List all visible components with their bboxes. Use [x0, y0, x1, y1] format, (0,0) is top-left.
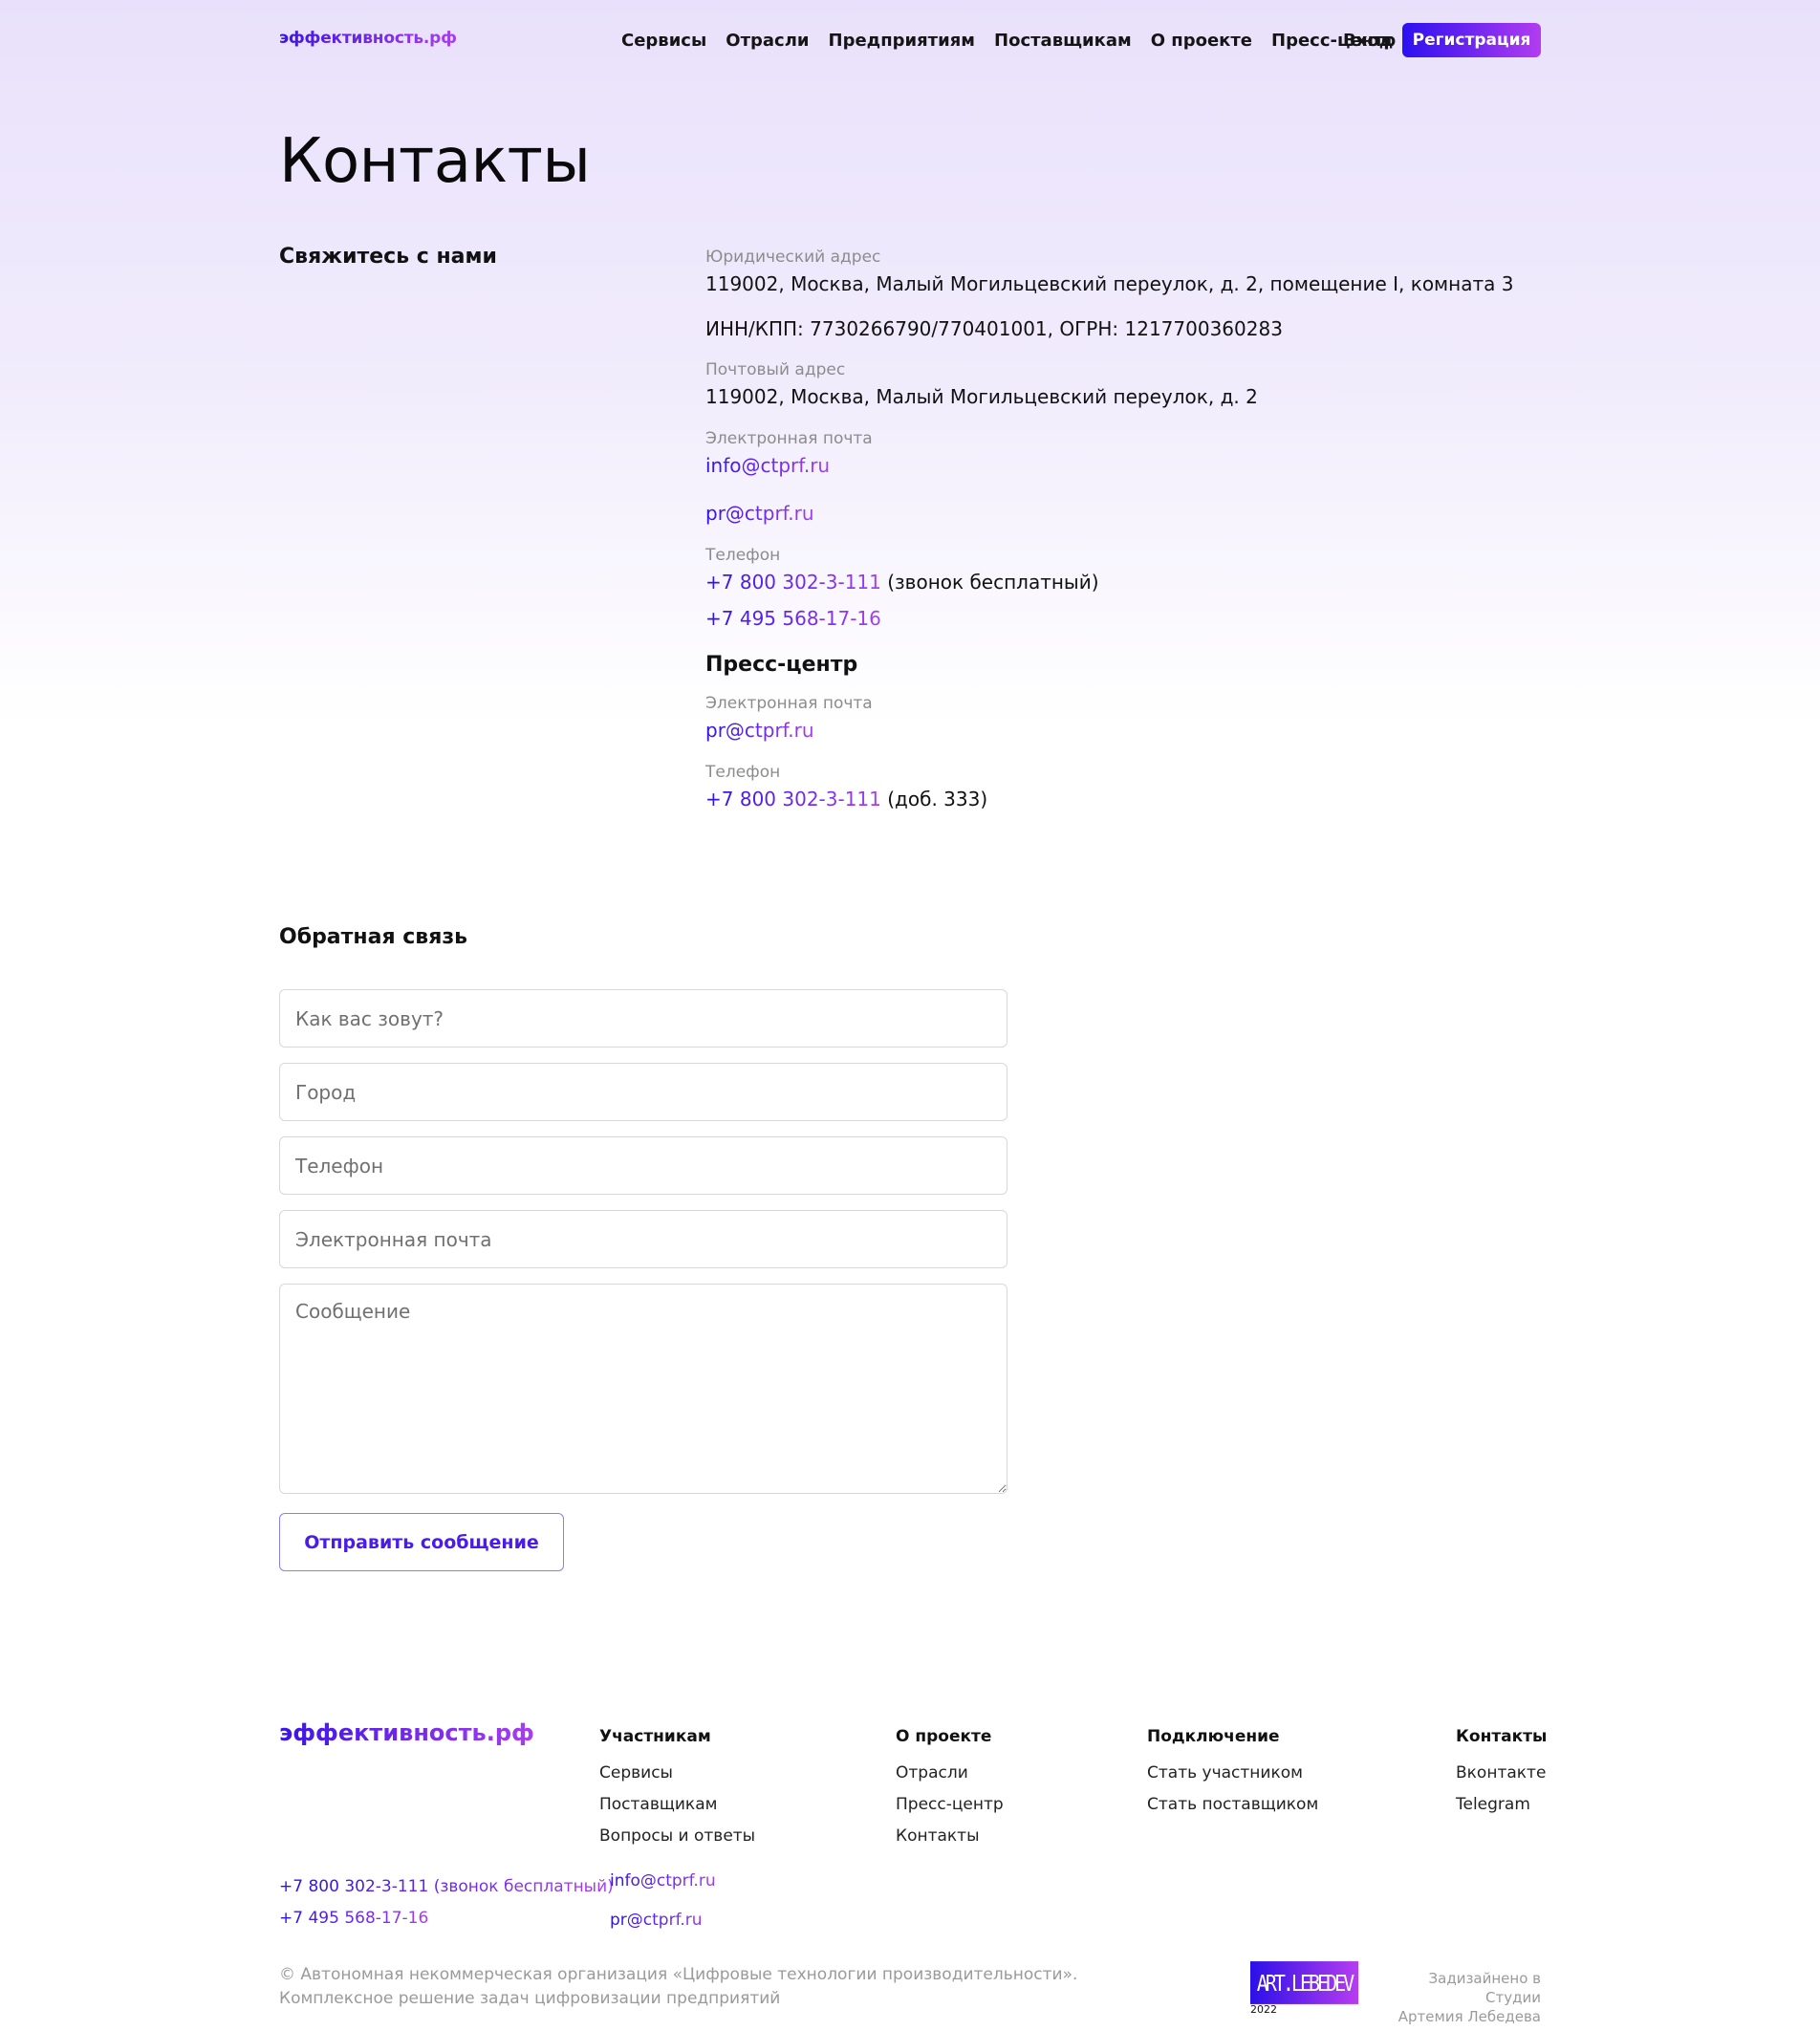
footer-col-title: Подключение — [1147, 1727, 1280, 1746]
footer-phone-moscow-link[interactable]: +7 495 568-17-16 — [279, 1909, 428, 1928]
email-pr-link[interactable]: pr@ctprf.ru — [705, 502, 814, 525]
copyright: © Автономная некоммерческая организация … — [279, 1963, 1077, 2011]
site-logo[interactable]: эффективность.рф — [279, 29, 457, 48]
legal-address: 119002, Москва, Малый Могильцевский пере… — [705, 272, 1514, 295]
nav-services[interactable]: Сервисы — [621, 31, 706, 51]
press-heading: Пресс-центр — [705, 653, 858, 677]
contact-heading: Свяжитесь с нами — [279, 245, 497, 269]
designed-by-line: Задизайнено в Студии — [1428, 1970, 1541, 2006]
designed-by: Задизайнено в Студии Артемия Лебедева — [1375, 1969, 1541, 2026]
nav-industries[interactable]: Отрасли — [726, 31, 809, 51]
footer-col-connection: Подключение Стать участником Стать поста… — [1147, 1727, 1318, 1826]
phone-free-note: (звонок бесплатный) — [880, 571, 1099, 594]
footer-col-title: О проекте — [896, 1727, 992, 1746]
press-phone-note: (доб. 333) — [880, 788, 988, 810]
footer-link-services[interactable]: Сервисы — [599, 1763, 755, 1783]
footer-link-contacts[interactable]: Контакты — [896, 1826, 1004, 1846]
site-header: эффективность.рф Сервисы Отрасли Предпри… — [279, 23, 1541, 57]
footer-link-vkontakte[interactable]: Вконтакте — [1456, 1763, 1547, 1783]
phone-free-link[interactable]: +7 800 302-3-111 — [705, 571, 881, 594]
legal-address-label: Юридический адрес — [705, 248, 881, 267]
nav-about[interactable]: О проекте — [1151, 31, 1252, 51]
city-input[interactable] — [279, 1063, 1008, 1121]
postal-address-label: Почтовый адрес — [705, 360, 846, 379]
footer-email-info-link[interactable]: info@ctprf.ru — [610, 1871, 716, 1891]
press-phone-label: Телефон — [705, 763, 781, 782]
studio-logo[interactable]: ART.LEBEDEV — [1250, 1961, 1358, 2004]
footer-link-industries[interactable]: Отрасли — [896, 1763, 1004, 1783]
main-nav: Сервисы Отрасли Предприятиям Поставщикам… — [621, 31, 1396, 51]
footer-phone-free-link[interactable]: +7 800 302-3-111 (звонок бесплатный) — [279, 1877, 614, 1896]
name-input[interactable] — [279, 989, 1008, 1048]
phone-label: Телефон — [705, 546, 781, 565]
submit-message-button[interactable]: Отправить сообщение — [279, 1513, 564, 1571]
footer-col-title: Участникам — [599, 1727, 711, 1746]
footer-col-about: О проекте Отрасли Пресс-центр Контакты — [896, 1727, 1004, 1858]
site-footer: эффективность.рф Участникам Сервисы Пост… — [279, 1716, 1547, 2025]
footer-link-suppliers[interactable]: Поставщикам — [599, 1795, 755, 1814]
copyright-line: © Автономная некоммерческая организация … — [279, 1965, 1078, 1984]
footer-logo[interactable]: эффективность.рф — [279, 1719, 534, 1746]
footer-link-faq[interactable]: Вопросы и ответы — [599, 1826, 755, 1846]
login-link[interactable]: Вход — [1343, 31, 1393, 51]
studio-year: 2022 — [1250, 2003, 1277, 2016]
contact-details: Юридический адрес 119002, Москва, Малый … — [705, 245, 1528, 810]
email-input[interactable] — [279, 1210, 1008, 1268]
footer-col-title: Контакты — [1456, 1727, 1548, 1746]
requisites: ИНН/КПП: 7730266790/770401001, ОГРН: 121… — [705, 317, 1283, 340]
footer-link-become-participant[interactable]: Стать участником — [1147, 1763, 1318, 1783]
footer-email-pr-link[interactable]: pr@ctprf.ru — [610, 1911, 716, 1930]
feedback-heading: Обратная связь — [279, 925, 468, 949]
press-email-link[interactable]: pr@ctprf.ru — [705, 719, 814, 742]
phone-moscow-link[interactable]: +7 495 568-17-16 — [705, 607, 881, 630]
nav-enterprises[interactable]: Предприятиям — [829, 31, 976, 51]
footer-phones: +7 800 302-3-111 (звонок бесплатный) +7 … — [279, 1871, 614, 1934]
footer-link-press-center[interactable]: Пресс-центр — [896, 1795, 1004, 1814]
footer-link-become-supplier[interactable]: Стать поставщиком — [1147, 1795, 1318, 1814]
footer-col-contacts: Контакты Вконтакте Telegram — [1456, 1727, 1547, 1826]
copyright-line: Комплексное решение задач цифровизации п… — [279, 1989, 781, 2008]
footer-link-telegram[interactable]: Telegram — [1456, 1795, 1547, 1814]
phone-input[interactable] — [279, 1136, 1008, 1195]
email-info-link[interactable]: info@ctprf.ru — [705, 454, 830, 477]
footer-emails: info@ctprf.ru pr@ctprf.ru — [610, 1871, 716, 1950]
footer-col-participants: Участникам Сервисы Поставщикам Вопросы и… — [599, 1727, 755, 1858]
nav-suppliers[interactable]: Поставщикам — [994, 31, 1132, 51]
message-textarea[interactable] — [279, 1284, 1008, 1494]
feedback-form: Отправить сообщение — [279, 989, 1008, 1571]
email-label: Электронная почта — [705, 429, 873, 448]
page-title: Контакты — [279, 126, 591, 197]
register-button[interactable]: Регистрация — [1402, 23, 1541, 57]
designed-by-line: Артемия Лебедева — [1398, 2008, 1541, 2025]
press-phone-link[interactable]: +7 800 302-3-111 — [705, 788, 881, 810]
postal-address: 119002, Москва, Малый Могильцевский пере… — [705, 385, 1258, 408]
press-email-label: Электронная почта — [705, 694, 873, 713]
